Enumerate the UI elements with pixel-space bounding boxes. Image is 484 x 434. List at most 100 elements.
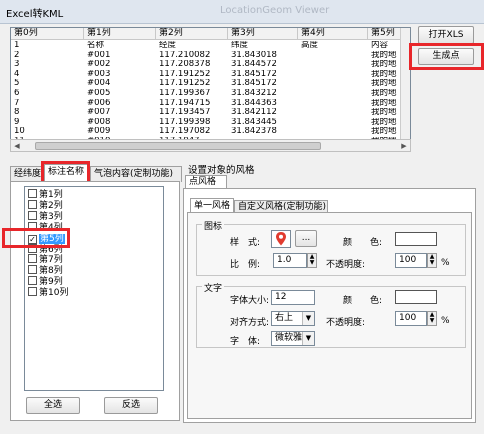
column-list-label: 第9列 <box>39 277 63 288</box>
column-header[interactable]: 第2列 <box>156 28 228 40</box>
select-all-button[interactable]: 全选 <box>26 397 80 414</box>
grid-cell[interactable]: 7 <box>11 99 84 108</box>
column-header[interactable]: 第0列 <box>11 28 84 40</box>
grid-cell[interactable]: 117.199398 <box>156 118 228 127</box>
chevron-down-icon[interactable]: ▼ <box>302 312 314 325</box>
subtab-single-style[interactable]: 单一风格 <box>190 198 234 213</box>
checkbox-icon[interactable] <box>28 287 37 297</box>
text-opacity-spinner[interactable]: ▲ ▼ <box>427 311 437 326</box>
column-list-item[interactable]: 第10列 <box>28 287 68 299</box>
grid-cell[interactable]: 高度 <box>298 41 368 50</box>
grid-cell[interactable]: 经度 <box>156 41 228 50</box>
window-title-faded: LocationGeom Viewer <box>220 5 330 16</box>
tab-bubble-content[interactable]: 气泡内容(定制功能) <box>90 166 182 182</box>
checkbox-icon[interactable] <box>28 265 37 275</box>
align-label: 对齐方式: <box>230 318 270 328</box>
grid-cell[interactable]: #006 <box>84 99 156 108</box>
scroll-thumb[interactable] <box>35 142 321 150</box>
grid-cell[interactable]: 117.191252 <box>156 70 228 79</box>
grid-cell[interactable]: #001 <box>84 51 156 60</box>
open-xls-button[interactable]: 打开XLS <box>418 26 474 44</box>
grid-cell[interactable]: 117.197082 <box>156 127 228 136</box>
scroll-left-icon[interactable]: ◀ <box>12 141 22 151</box>
marker-preview[interactable] <box>271 230 291 248</box>
grid-cell[interactable]: 117.210082 <box>156 51 228 60</box>
icon-color-swatch[interactable] <box>395 232 437 246</box>
grid-cell[interactable]: 5 <box>11 79 84 88</box>
data-grid[interactable]: 第0列 第1列 第2列 第3列 第4列 第5列 1 名称 经度 纬度 高度 内容 2 #001 117.21… <box>10 27 411 152</box>
grid-cell[interactable]: 117.199367 <box>156 89 228 98</box>
grid-cell[interactable] <box>298 89 368 98</box>
grid-cell[interactable]: 6 <box>11 89 84 98</box>
text-opacity-input[interactable]: 100 <box>395 311 427 326</box>
scale-input[interactable]: 1.0 <box>273 253 307 268</box>
scroll-right-icon[interactable]: ▶ <box>399 141 409 151</box>
grid-cell[interactable]: 3 <box>11 60 84 69</box>
grid-cell[interactable]: 31.845172 <box>228 70 298 79</box>
checkbox-icon[interactable] <box>28 254 37 264</box>
grid-cell[interactable]: 8 <box>11 108 84 117</box>
highlight-checked-item <box>2 228 70 248</box>
checkbox-icon[interactable] <box>28 189 37 198</box>
grid-cell[interactable] <box>298 99 368 108</box>
scale-spinner[interactable]: ▲ ▼ <box>307 253 317 268</box>
grid-cell[interactable] <box>298 70 368 79</box>
invert-selection-button[interactable]: 反选 <box>104 397 158 414</box>
grid-cell[interactable]: #005 <box>84 89 156 98</box>
grid-cell[interactable]: 31.842378 <box>228 127 298 136</box>
font-size-input[interactable]: 12 <box>271 290 315 305</box>
grid-cell[interactable]: 31.843445 <box>228 118 298 127</box>
grid-cell[interactable]: 31.842112 <box>228 108 298 117</box>
text-group-label: 文字 <box>202 281 225 294</box>
grid-cell[interactable] <box>298 127 368 136</box>
grid-cell[interactable]: 31.844363 <box>228 99 298 108</box>
column-header[interactable]: 第3列 <box>228 28 298 40</box>
font-select[interactable]: 微软雅 ▼ <box>271 331 315 346</box>
column-header[interactable]: 第1列 <box>84 28 156 40</box>
grid-cell[interactable]: 1 <box>11 41 84 50</box>
grid-cell[interactable] <box>298 79 368 88</box>
tab-lnglat[interactable]: 经纬度 <box>10 166 44 182</box>
tab-point-style[interactable]: 点风格 <box>185 175 227 189</box>
horizontal-scrollbar[interactable]: ◀ ▶ <box>10 139 411 152</box>
column-list-label: 第8列 <box>39 266 63 277</box>
opacity-input[interactable]: 100 <box>395 253 427 268</box>
grid-cell[interactable]: #008 <box>84 118 156 127</box>
grid-cell[interactable]: #007 <box>84 108 156 117</box>
grid-cell[interactable]: 31.845172 <box>228 79 298 88</box>
grid-cell[interactable]: 4 <box>11 70 84 79</box>
grid-cell[interactable] <box>298 51 368 60</box>
grid-cell[interactable]: 31.844572 <box>228 60 298 69</box>
grid-cell[interactable]: 10 <box>11 127 84 136</box>
checkbox-icon[interactable] <box>28 199 37 209</box>
grid-cell[interactable]: 2 <box>11 51 84 60</box>
opacity-spinner[interactable]: ▲ ▼ <box>427 253 437 268</box>
style-heading: 设置对象的风格 <box>188 165 255 176</box>
grid-cell[interactable]: 名称 <box>84 41 156 50</box>
browse-icon-button[interactable]: ... <box>295 230 317 247</box>
grid-cell[interactable]: #009 <box>84 127 156 136</box>
grid-cell[interactable] <box>298 108 368 117</box>
grid-cell[interactable]: #004 <box>84 79 156 88</box>
column-header[interactable]: 第4列 <box>298 28 368 40</box>
grid-cell[interactable] <box>298 60 368 69</box>
grid-cell[interactable]: #003 <box>84 70 156 79</box>
checkbox-icon[interactable] <box>28 210 37 220</box>
grid-cell[interactable]: 31.843212 <box>228 89 298 98</box>
grid-cell[interactable]: 9 <box>11 118 84 127</box>
grid-cell[interactable]: 纬度 <box>228 41 298 50</box>
column-checklist[interactable]: 第1列 第2列 第3列 第4列 ✓ 第5列 第6列 第7列 第8列 第9列 第10列 <box>24 186 164 391</box>
grid-cell[interactable]: 31.843018 <box>228 51 298 60</box>
grid-cell[interactable]: #002 <box>84 60 156 69</box>
checkbox-icon[interactable] <box>28 276 37 286</box>
grid-cell[interactable]: 117.194715 <box>156 99 228 108</box>
align-select[interactable]: 右上 ▼ <box>271 311 315 326</box>
generate-points-button[interactable]: 生成点 <box>418 48 474 65</box>
grid-cell[interactable]: 117.191252 <box>156 79 228 88</box>
chevron-down-icon[interactable]: ▼ <box>302 332 314 345</box>
column-list-label: 第10列 <box>39 288 69 299</box>
text-color-swatch[interactable] <box>395 290 437 304</box>
grid-cell[interactable] <box>298 118 368 127</box>
grid-cell[interactable]: 117.208378 <box>156 60 228 69</box>
grid-cell[interactable]: 117.193457 <box>156 108 228 117</box>
